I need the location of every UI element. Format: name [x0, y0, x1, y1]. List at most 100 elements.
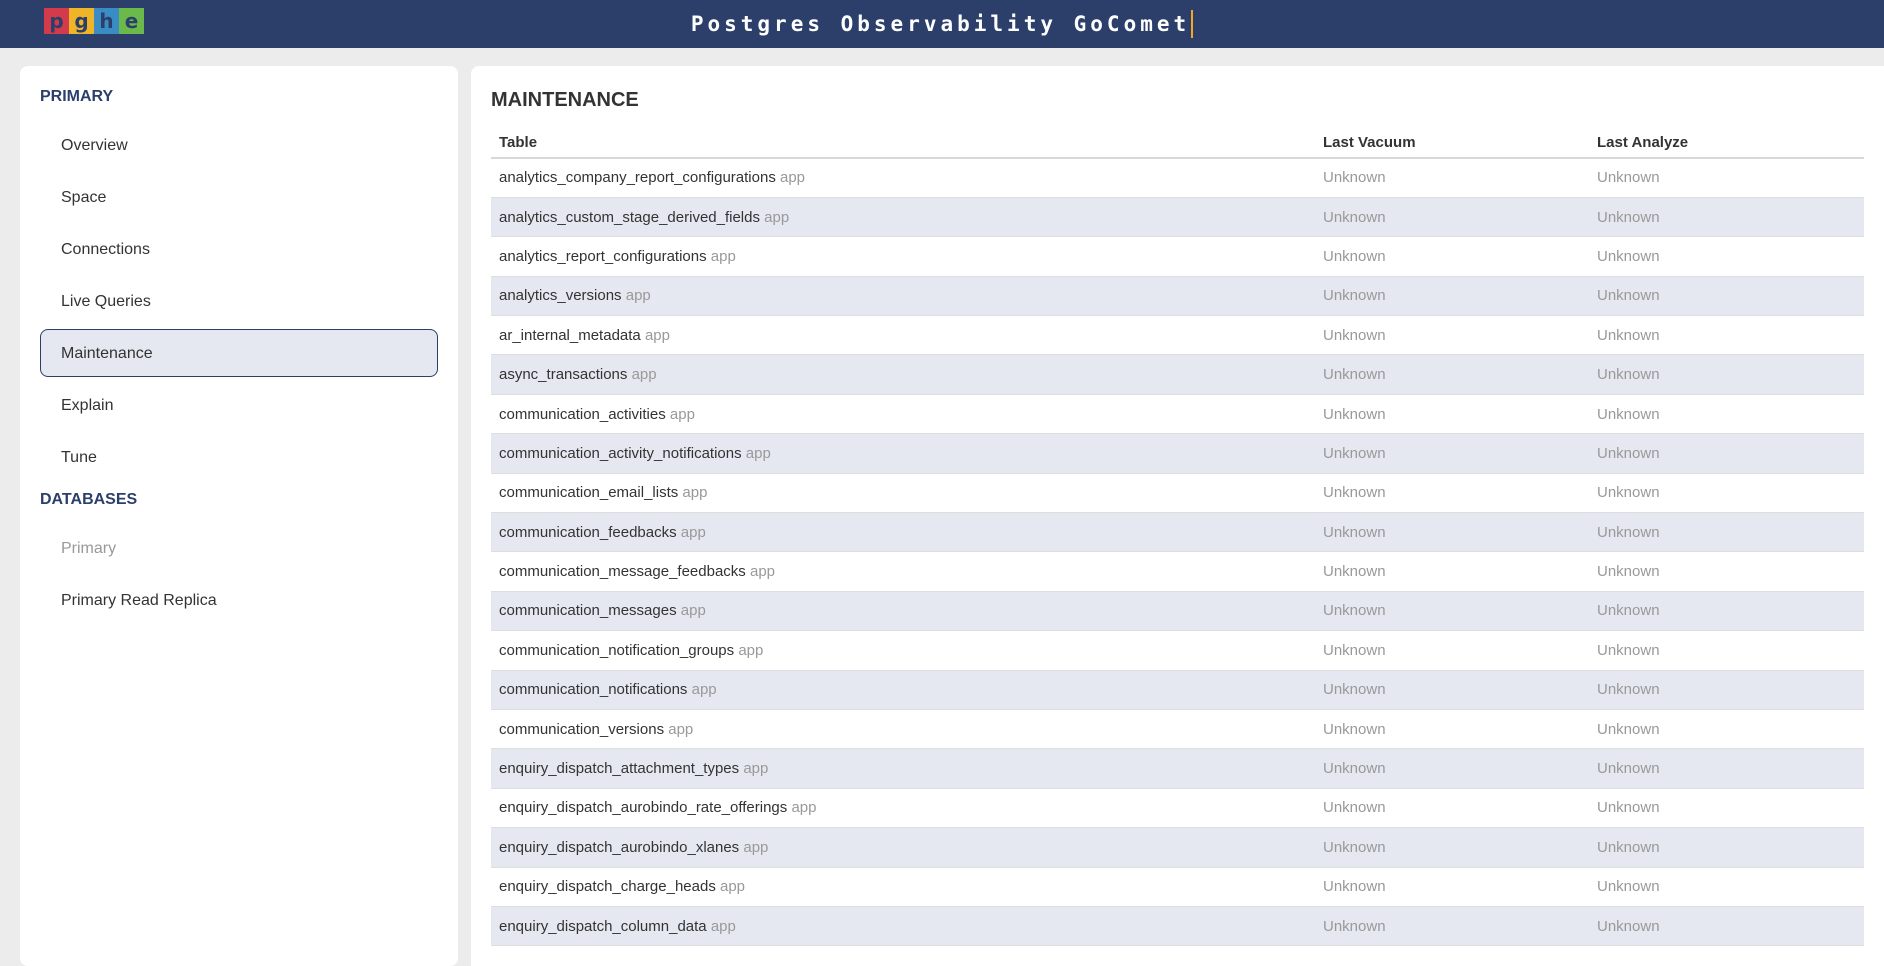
- table-name-cell: communication_messages app: [491, 591, 1315, 632]
- last-analyze-cell: Unknown: [1589, 158, 1864, 198]
- last-vacuum-cell: Unknown: [1315, 433, 1589, 474]
- maintenance-table: Table Last Vacuum Last Analyze analytics…: [491, 128, 1864, 947]
- table-body: analytics_company_report_configurations …: [491, 158, 1864, 947]
- table-name: enquiry_dispatch_aurobindo_rate_offering…: [499, 799, 788, 817]
- last-analyze-cell: Unknown: [1589, 670, 1864, 710]
- last-vacuum-cell: Unknown: [1315, 827, 1589, 868]
- last-vacuum-cell: Unknown: [1315, 709, 1589, 750]
- table-name-cell: enquiry_dispatch_column_data app: [491, 906, 1315, 947]
- sidebar-item-connections[interactable]: Connections: [40, 225, 438, 273]
- schema-label: app: [743, 838, 769, 856]
- table-name: communication_message_feedbacks: [499, 563, 746, 581]
- table-name: enquiry_dispatch_charge_heads: [499, 878, 716, 896]
- last-analyze-cell: Unknown: [1589, 354, 1864, 395]
- last-vacuum-cell: Unknown: [1315, 354, 1589, 395]
- logo-tile: h: [94, 8, 119, 34]
- schema-label: app: [668, 720, 694, 738]
- table-name-cell: enquiry_dispatch_aurobindo_rate_offering…: [491, 788, 1315, 829]
- sidebar-item-explain[interactable]: Explain: [40, 381, 438, 429]
- table-name-cell: analytics_custom_stage_derived_fields ap…: [491, 197, 1315, 238]
- sidebar-item-maintenance[interactable]: Maintenance: [40, 329, 438, 377]
- table-name-cell: communication_versions app: [491, 709, 1315, 750]
- table-name: async_transactions: [499, 366, 628, 384]
- table-row: communication_email_lists app Unknown Unkn…: [491, 473, 1864, 514]
- table-name-cell: ar_internal_metadata app: [491, 315, 1315, 356]
- last-vacuum-cell: Unknown: [1315, 867, 1589, 907]
- table-row: ar_internal_metadata app Unknown Unknown: [491, 315, 1864, 356]
- database-item-primary-read-replica[interactable]: Primary Read Replica: [40, 576, 438, 624]
- table-name-cell: communication_message_feedbacks app: [491, 551, 1315, 592]
- last-analyze-cell: Unknown: [1589, 709, 1864, 750]
- app-title: Postgres Observability GoComet: [691, 10, 1194, 38]
- last-vacuum-cell: Unknown: [1315, 748, 1589, 789]
- table-row: enquiry_dispatch_column_data app Unknown U…: [491, 906, 1864, 947]
- last-analyze-cell: Unknown: [1589, 551, 1864, 592]
- last-analyze-cell: Unknown: [1589, 276, 1864, 317]
- last-vacuum-cell: Unknown: [1315, 276, 1589, 317]
- schema-label: app: [720, 878, 746, 896]
- table-row: enquiry_dispatch_aurobindo_rate_offering…: [491, 788, 1864, 829]
- last-analyze-cell: Unknown: [1589, 630, 1864, 671]
- last-vacuum-cell: Unknown: [1315, 551, 1589, 592]
- last-vacuum-cell: Unknown: [1315, 197, 1589, 238]
- schema-label: app: [738, 641, 764, 659]
- table-name-cell: enquiry_dispatch_charge_heads app: [491, 867, 1315, 907]
- databases-heading: DATABASES: [40, 491, 138, 508]
- sidebar-item-overview[interactable]: Overview: [40, 121, 438, 169]
- last-analyze-cell: Unknown: [1589, 236, 1864, 277]
- table-row: analytics_versions app Unknown Unknown: [491, 276, 1864, 317]
- sidebar-item-live-queries[interactable]: Live Queries: [40, 277, 438, 325]
- last-vacuum-cell: Unknown: [1315, 394, 1589, 435]
- table-name: communication_notifications: [499, 681, 688, 699]
- schema-label: app: [780, 169, 806, 187]
- table-row: communication_feedbacks app Unknown Unknow…: [491, 512, 1864, 553]
- table-row: enquiry_dispatch_charge_heads app Unknown…: [491, 867, 1864, 907]
- table-name-cell: communication_feedbacks app: [491, 512, 1315, 553]
- last-vacuum-cell: Unknown: [1315, 670, 1589, 710]
- schema-label: app: [745, 444, 771, 462]
- sidebar-item-space[interactable]: Space: [40, 173, 438, 221]
- table-row: async_transactions app Unknown Unknown: [491, 354, 1864, 395]
- last-analyze-cell: Unknown: [1589, 394, 1864, 435]
- column-header-last-analyze: Last Analyze: [1589, 128, 1864, 159]
- last-vacuum-cell: Unknown: [1315, 630, 1589, 671]
- table-name: communication_feedbacks: [499, 523, 677, 541]
- table-name: enquiry_dispatch_aurobindo_xlanes: [499, 838, 740, 856]
- table-row: communication_messages app Unknown Unknown: [491, 591, 1864, 632]
- last-analyze-cell: Unknown: [1589, 197, 1864, 238]
- schema-label: app: [764, 208, 790, 226]
- schema-label: app: [631, 366, 657, 384]
- pghero-logo[interactable]: p g h e: [44, 8, 144, 34]
- schema-label: app: [680, 523, 706, 541]
- table-name: analytics_company_report_configurations: [499, 169, 776, 187]
- table-row: communication_activities app Unknown Unkno…: [491, 394, 1864, 435]
- table-row: communication_notification_groups app Unk…: [491, 630, 1864, 671]
- schema-label: app: [691, 681, 717, 699]
- last-analyze-cell: Unknown: [1589, 827, 1864, 868]
- table-name: communication_activity_notifications: [499, 444, 742, 462]
- sidebar-item-tune[interactable]: Tune: [40, 433, 438, 481]
- schema-label: app: [749, 563, 776, 581]
- table-name-cell: communication_notifications app: [491, 670, 1315, 710]
- table-name: analytics_custom_stage_derived_fields: [499, 208, 760, 226]
- table-name: communication_versions: [499, 720, 665, 738]
- last-vacuum-cell: Unknown: [1315, 591, 1589, 632]
- table-name: ar_internal_metadata: [499, 326, 641, 344]
- last-analyze-cell: Unknown: [1589, 433, 1864, 474]
- table-row: analytics_custom_stage_derived_fields ap…: [491, 197, 1864, 238]
- last-analyze-cell: Unknown: [1589, 315, 1864, 356]
- table-name: analytics_versions: [499, 287, 622, 305]
- column-header-last-vacuum: Last Vacuum: [1315, 128, 1589, 159]
- schema-label: app: [791, 799, 817, 817]
- schema-label: app: [682, 484, 708, 502]
- database-item-primary[interactable]: Primary: [40, 524, 438, 572]
- last-analyze-cell: Unknown: [1589, 788, 1864, 829]
- schema-label: app: [710, 917, 736, 935]
- sidebar: PRIMARY Overview Space Connections Live …: [20, 66, 458, 966]
- top-bar: p g h e Postgres Observability GoComet: [0, 0, 1884, 48]
- table-name-cell: enquiry_dispatch_attachment_types app: [491, 748, 1315, 789]
- last-vacuum-cell: Unknown: [1315, 315, 1589, 356]
- table-name-cell: analytics_report_configurations app: [491, 236, 1315, 277]
- logo-tile: p: [44, 8, 69, 34]
- last-analyze-cell: Unknown: [1589, 906, 1864, 947]
